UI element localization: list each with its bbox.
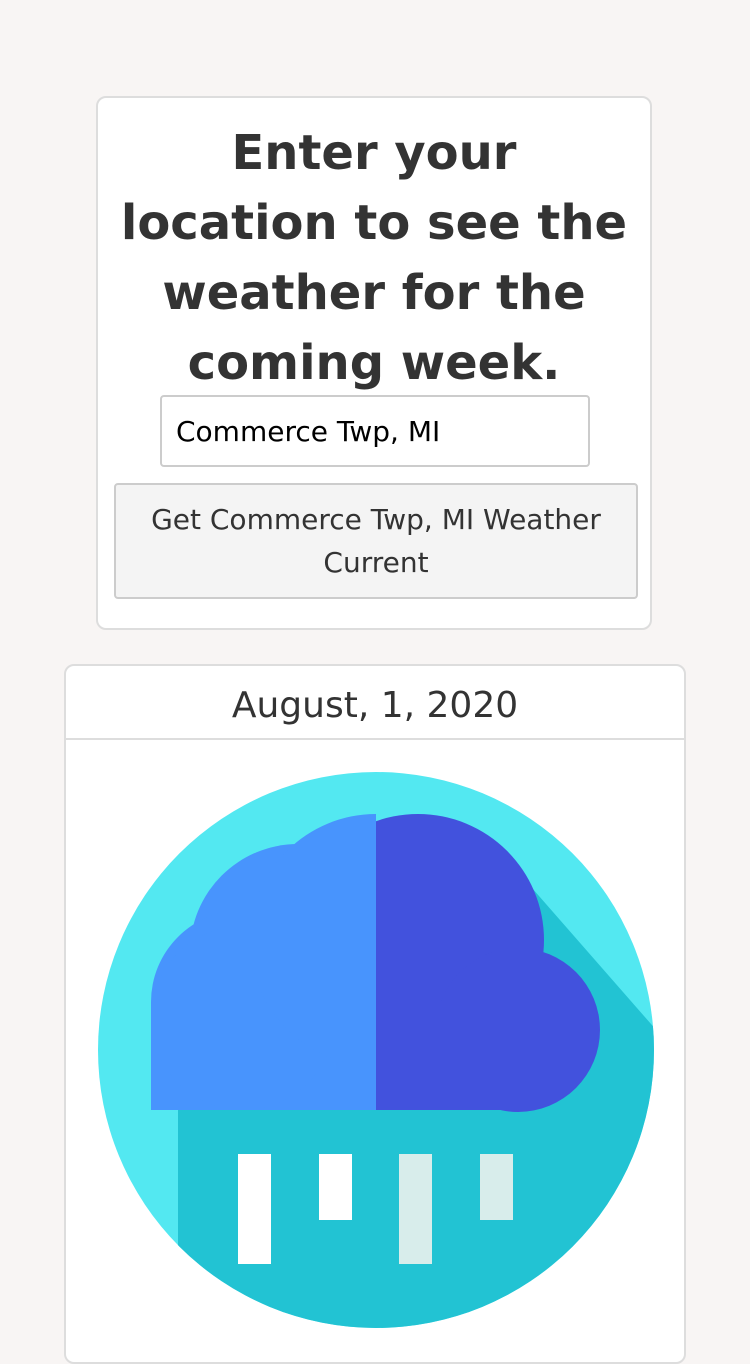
location-prompt-heading: Enter your location to see the weather f…: [120, 125, 628, 391]
rain-drop: [399, 1154, 432, 1264]
get-weather-button[interactable]: Get Commerce Twp, MI Weather Current: [114, 483, 638, 599]
location-search-card: Enter your location to see the weather f…: [96, 96, 652, 630]
rain-drop: [319, 1154, 352, 1220]
rain-cloud-icon: [98, 772, 654, 1328]
rain-drop: [480, 1154, 513, 1220]
forecast-day-card: August, 1, 2020: [64, 664, 686, 1364]
forecast-date: August, 1, 2020: [66, 666, 684, 740]
rain-drop: [238, 1154, 271, 1264]
location-input[interactable]: [160, 395, 590, 467]
